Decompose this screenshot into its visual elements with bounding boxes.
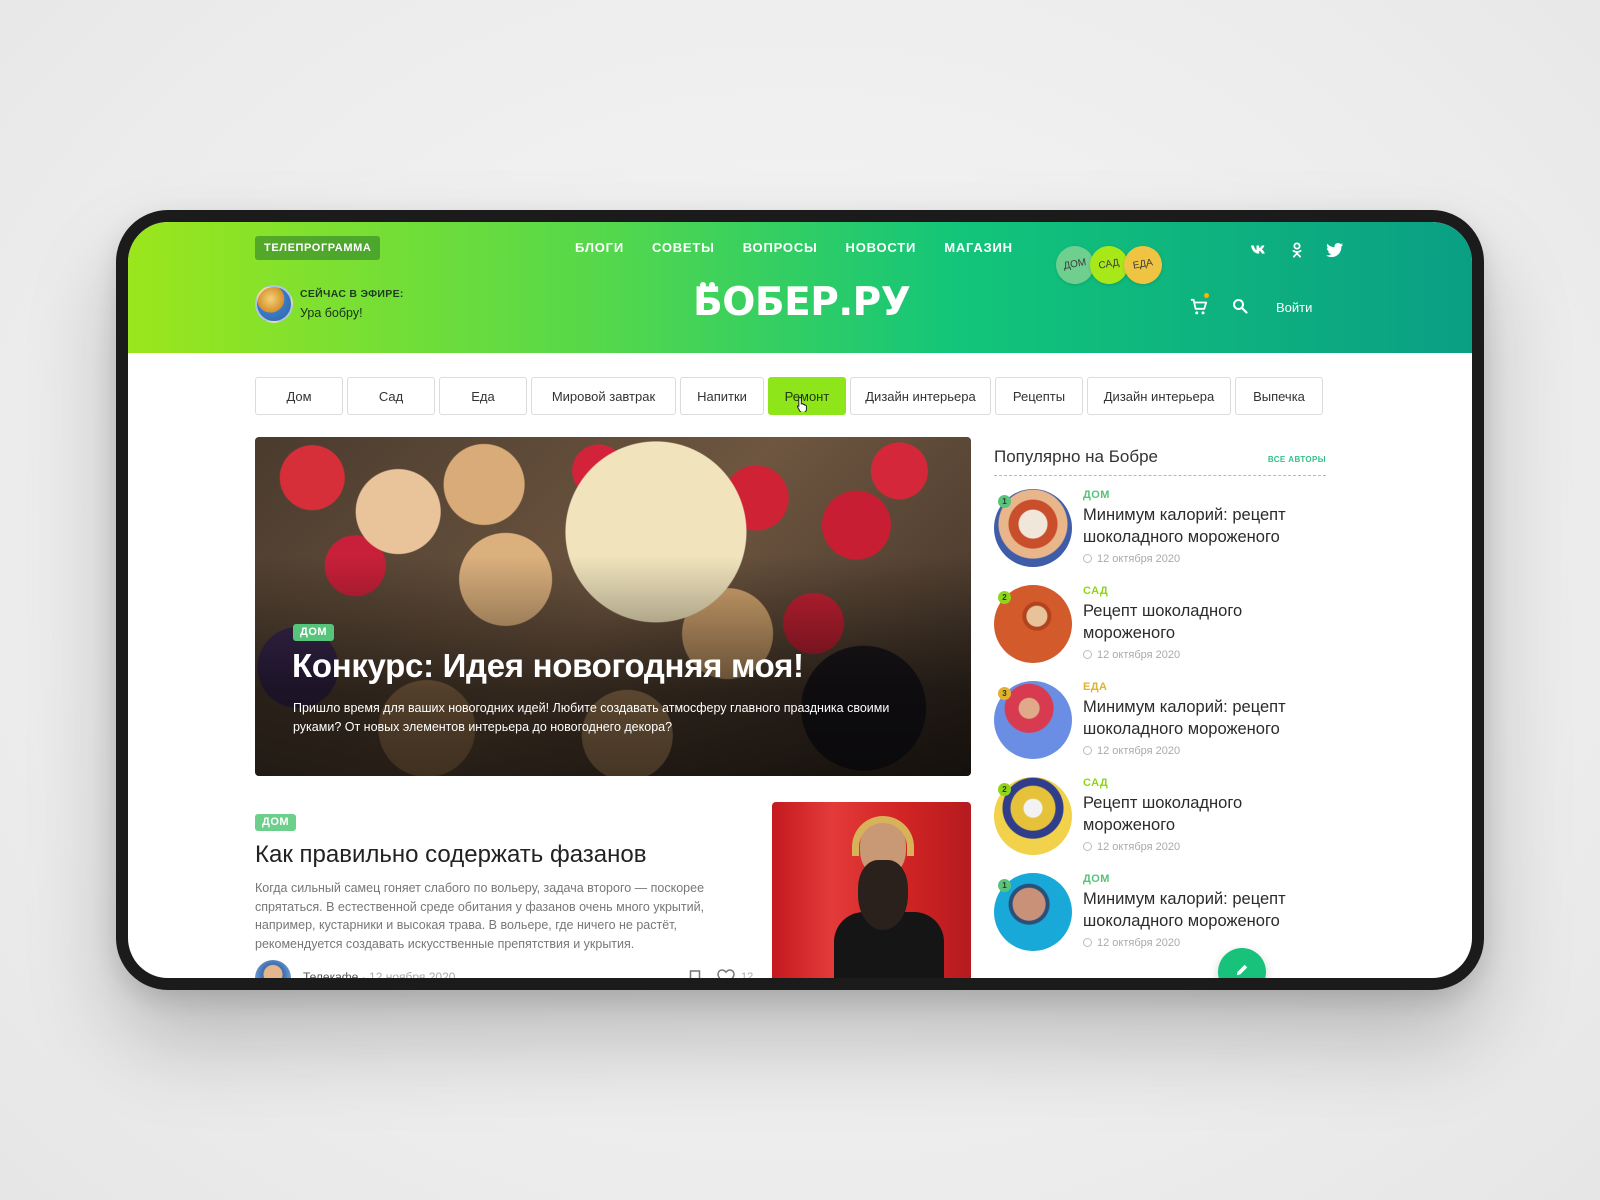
cat-interior-design-2[interactable]: Дизайн интерьера	[1087, 377, 1231, 415]
popular-item-title[interactable]: Рецепт шоколадного мороженого	[1083, 792, 1323, 836]
popular-item-category[interactable]: ДОМ	[1083, 873, 1110, 885]
cat-sad[interactable]: Сад	[347, 377, 435, 415]
hero-card[interactable]: ДОМ Конкурс: Идея новогодняя моя! Пришло…	[255, 437, 971, 776]
heart-icon[interactable]	[717, 969, 735, 978]
popular-item[interactable]: 2 САД Рецепт шоколадного мороженого 12 о…	[994, 777, 1326, 857]
popular-item-date: 12 октября 2020	[1083, 937, 1180, 949]
popular-item-title[interactable]: Минимум калорий: рецепт шоколадного моро…	[1083, 888, 1323, 932]
cat-interior-design[interactable]: Дизайн интерьера	[850, 377, 991, 415]
popular-item-category[interactable]: САД	[1083, 585, 1108, 597]
bookmark-icon[interactable]	[689, 970, 701, 978]
cat-dom[interactable]: Дом	[255, 377, 343, 415]
rank-badge: 2	[998, 783, 1011, 796]
photo-figure-headphones	[852, 816, 914, 856]
article-tag[interactable]: ДОМ	[255, 814, 297, 831]
cat-world-breakfast[interactable]: Мировой завтрак	[531, 377, 676, 415]
nav-advice[interactable]: СОВЕТЫ	[652, 240, 715, 255]
popular-item-date: 12 октября 2020	[1083, 745, 1180, 757]
popular-item-category[interactable]: ЕДА	[1083, 681, 1107, 693]
popular-item-date: 12 октября 2020	[1083, 649, 1180, 661]
rank-badge: 1	[998, 495, 1011, 508]
author-avatar[interactable]	[255, 960, 291, 978]
on-air-label: СЕЙЧАС В ЭФИРЕ:	[300, 288, 404, 300]
login-button[interactable]: Войти	[1276, 300, 1312, 315]
rank-badge: 3	[998, 687, 1011, 700]
photo-figure-beard	[858, 860, 908, 930]
cart-notification-dot	[1204, 293, 1209, 298]
article-description: Когда сильный самец гоняет слабого по во…	[255, 881, 705, 951]
device-frame: ТЕЛЕПРОГРАММА БЛОГИ СОВЕТЫ ВОПРОСЫ НОВОС…	[116, 210, 1484, 990]
hero-tag[interactable]: ДОМ	[293, 624, 335, 641]
social-links	[1250, 242, 1344, 258]
article-title[interactable]: Как правильно содержать фазанов	[255, 841, 745, 869]
search-icon[interactable]	[1232, 298, 1248, 314]
twitter-icon[interactable]	[1326, 242, 1344, 258]
category-bar: Дом Сад Еда Мировой завтрак Напитки Ремо…	[255, 377, 1323, 415]
cat-eda[interactable]: Еда	[439, 377, 527, 415]
cat-baking[interactable]: Выпечка	[1235, 377, 1323, 415]
popular-item-title[interactable]: Минимум калорий: рецепт шоколадного моро…	[1083, 504, 1323, 548]
category-bubbles: ДОМ САД ЕДА	[1052, 242, 1166, 288]
cart-icon[interactable]	[1190, 298, 1208, 316]
on-air-title[interactable]: Ура бобру!	[300, 306, 363, 320]
popular-item-date: 12 октября 2020	[1083, 841, 1180, 853]
site-logo[interactable]: БОБЕР.РУ	[693, 280, 911, 325]
article-meta: Телекафе · 12 ноября 2020 12	[255, 960, 755, 978]
rank-badge: 1	[998, 879, 1011, 892]
article-date: · 12 ноября 2020	[361, 970, 456, 978]
pencil-icon	[1236, 964, 1248, 976]
author-name[interactable]: Телекафе	[303, 970, 358, 978]
popular-sidebar: Популярно на Бобре ВСЕ АВТОРЫ	[994, 447, 1326, 476]
popular-item-category[interactable]: САД	[1083, 777, 1108, 789]
screen: ТЕЛЕПРОГРАММА БЛОГИ СОВЕТЫ ВОПРОСЫ НОВОС…	[128, 222, 1472, 978]
cat-recipes[interactable]: Рецепты	[995, 377, 1083, 415]
popular-item[interactable]: 3 ЕДА Минимум калорий: рецепт шоколадног…	[994, 681, 1326, 761]
cat-drinks[interactable]: Напитки	[680, 377, 764, 415]
site-header: ТЕЛЕПРОГРАММА БЛОГИ СОВЕТЫ ВОПРОСЫ НОВОС…	[128, 222, 1472, 353]
nav-blogs[interactable]: БЛОГИ	[575, 240, 624, 255]
nav-shop[interactable]: МАГАЗИН	[944, 240, 1013, 255]
popular-item-title[interactable]: Рецепт шоколадного мороженого	[1083, 600, 1323, 644]
popular-item[interactable]: 1 ДОМ Минимум калорий: рецепт шоколадног…	[994, 873, 1326, 953]
hand-cursor-icon	[797, 396, 807, 412]
popular-item-category[interactable]: ДОМ	[1083, 489, 1110, 501]
nav-questions[interactable]: ВОПРОСЫ	[743, 240, 818, 255]
all-authors-link[interactable]: ВСЕ АВТОРЫ	[1268, 455, 1326, 464]
bubble-eda[interactable]: ЕДА	[1120, 242, 1166, 288]
popular-item[interactable]: 1 ДОМ Минимум калорий: рецепт шоколадног…	[994, 489, 1326, 569]
popular-item-date: 12 октября 2020	[1083, 553, 1180, 565]
article-photo[interactable]	[772, 802, 971, 978]
vk-icon[interactable]	[1250, 242, 1268, 258]
hero-description: Пришло время для ваших новогодних идей! …	[293, 701, 890, 734]
popular-title: Популярно на Бобре	[994, 447, 1158, 466]
popular-item-title[interactable]: Минимум калорий: рецепт шоколадного моро…	[1083, 696, 1323, 740]
odnoklassniki-icon[interactable]	[1288, 242, 1306, 258]
on-air-avatar[interactable]	[255, 285, 293, 323]
top-nav: БЛОГИ СОВЕТЫ ВОПРОСЫ НОВОСТИ МАГАЗИН	[575, 240, 1013, 255]
rank-badge: 2	[998, 591, 1011, 604]
author-line: Телекафе · 12 ноября 2020	[303, 970, 455, 978]
likes-count: 12	[741, 971, 754, 978]
hero-title[interactable]: Конкурс: Идея новогодняя моя!	[292, 647, 804, 685]
article-card: ДОМ Как правильно содержать фазанов Когд…	[255, 812, 745, 953]
popular-item[interactable]: 2 САД Рецепт шоколадного мороженого 12 о…	[994, 585, 1326, 665]
tv-program-link[interactable]: ТЕЛЕПРОГРАММА	[255, 236, 381, 260]
nav-news[interactable]: НОВОСТИ	[846, 240, 917, 255]
popular-header: Популярно на Бобре ВСЕ АВТОРЫ	[994, 447, 1326, 476]
